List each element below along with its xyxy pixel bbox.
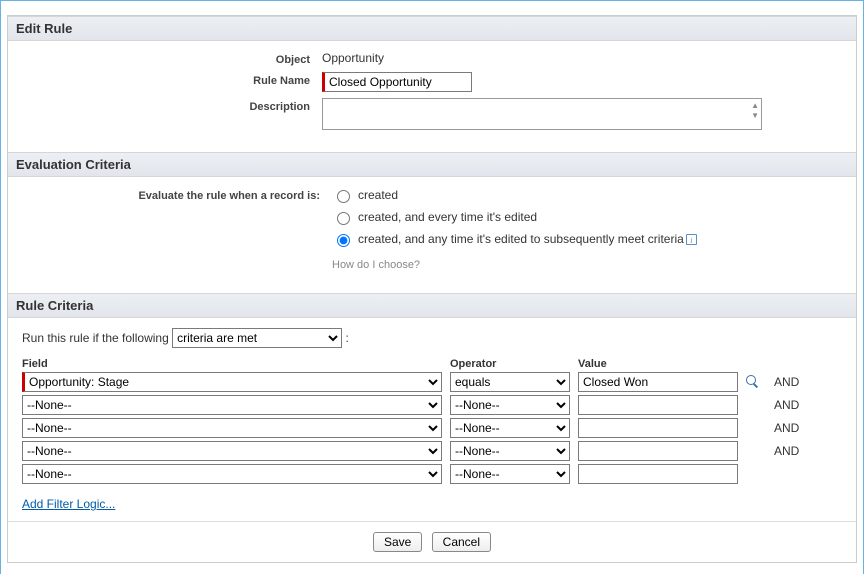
and-label: AND [774,398,814,412]
criteria-value-input[interactable] [578,395,738,415]
criteria-field-select[interactable]: Opportunity: Stage [22,372,442,392]
col-header-value: Value [578,358,738,370]
criteria-field-select[interactable]: --None-- [22,441,442,461]
rule-name-label: Rule Name [22,72,322,87]
and-label: AND [774,444,814,458]
criteria-row: --None-- --None-- [22,464,842,484]
criteria-operator-select[interactable]: --None-- [450,464,570,484]
criteria-type-select[interactable]: criteria are met [172,328,342,348]
criteria-field-select[interactable]: --None-- [22,464,442,484]
section-header-edit-rule: Edit Rule [8,16,856,41]
criteria-row: --None-- --None-- AND [22,395,842,415]
criteria-value-input[interactable] [578,464,738,484]
scroll-arrows-icon: ▲▼ [751,101,759,121]
eval-radio-created[interactable] [337,190,350,203]
eval-radio-created-meet-criteria-label: created, and any time it's edited to sub… [358,232,684,246]
cancel-button[interactable]: Cancel [432,532,491,552]
info-icon[interactable]: i [686,234,697,245]
how-do-i-choose-link[interactable]: How do I choose? [332,259,420,271]
criteria-field-select[interactable]: --None-- [22,395,442,415]
col-header-field: Field [22,358,442,370]
and-label: AND [774,375,814,389]
object-label: Object [22,51,322,66]
save-button[interactable]: Save [373,532,422,552]
criteria-row: --None-- --None-- AND [22,418,842,438]
lookup-icon[interactable] [746,375,760,389]
evaluation-prompt-label: Evaluate the rule when a record is: [22,187,332,202]
criteria-operator-select[interactable]: equals [450,372,570,392]
criteria-value-input[interactable] [578,418,738,438]
section-header-rule-criteria: Rule Criteria [8,293,856,318]
run-rule-suffix: : [345,331,348,345]
criteria-value-input[interactable] [578,441,738,461]
add-filter-logic-link[interactable]: Add Filter Logic... [22,497,115,511]
eval-radio-created-edited[interactable] [337,212,350,225]
description-input[interactable]: ▲▼ [322,98,762,130]
run-rule-prefix: Run this rule if the following [22,331,169,345]
section-header-evaluation: Evaluation Criteria [8,152,856,177]
criteria-operator-select[interactable]: --None-- [450,441,570,461]
criteria-row: Opportunity: Stage equals AND [22,372,842,392]
criteria-operator-select[interactable]: --None-- [450,418,570,438]
criteria-operator-select[interactable]: --None-- [450,395,570,415]
criteria-field-select[interactable]: --None-- [22,418,442,438]
rule-name-input[interactable] [322,72,472,92]
eval-radio-created-edited-label: created, and every time it's edited [358,210,537,224]
description-label: Description [22,98,322,113]
object-value: Opportunity [322,51,842,65]
col-header-operator: Operator [450,358,570,370]
and-label: AND [774,421,814,435]
eval-radio-created-label: created [358,188,398,202]
eval-radio-created-meet-criteria[interactable] [337,234,350,247]
criteria-value-input[interactable] [578,372,738,392]
criteria-row: --None-- --None-- AND [22,441,842,461]
